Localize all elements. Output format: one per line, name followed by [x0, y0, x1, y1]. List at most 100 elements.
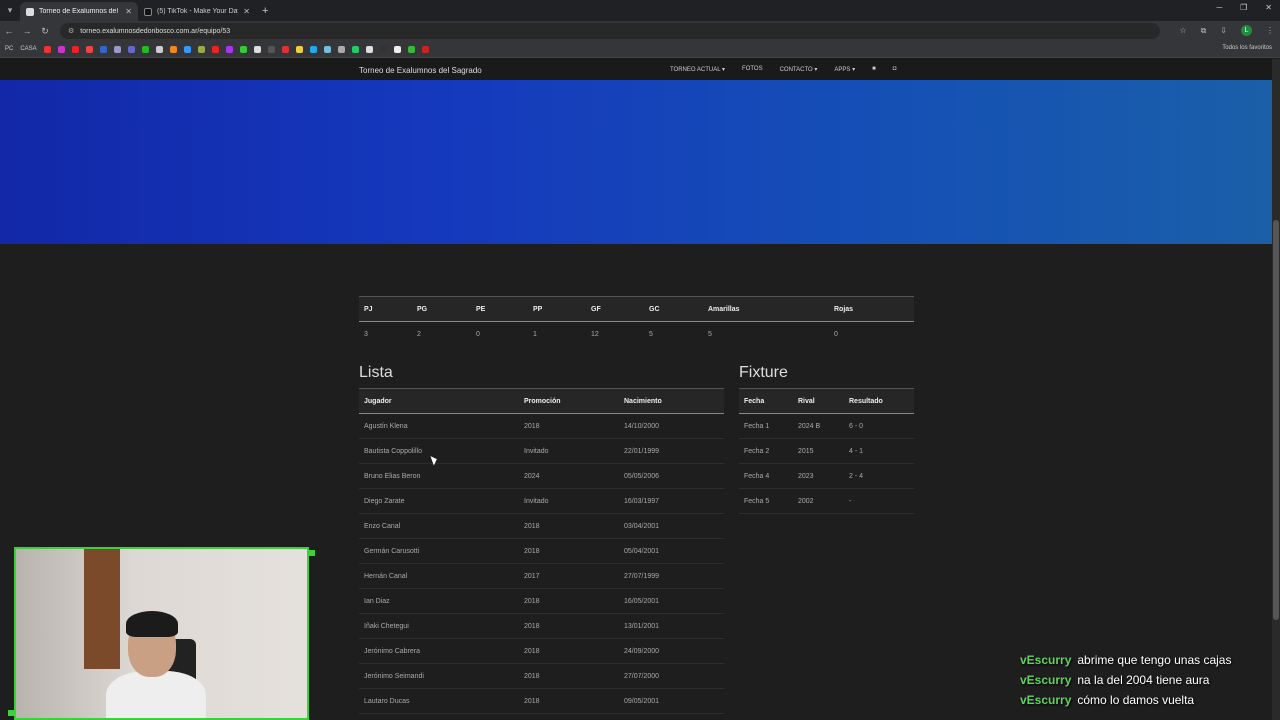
table-row: Jerónimo Cabrera 2018 24/09/2000 — [359, 638, 724, 664]
table-row: Enzo Canal 2018 03/04/2001 — [359, 513, 724, 539]
bookmark-icon[interactable] — [281, 45, 289, 53]
bookmark-icon[interactable] — [113, 45, 121, 53]
back-icon[interactable]: ← — [0, 26, 18, 36]
url-input[interactable]: ⚙ torneo.exalumnosdedonbosco.com.ar/equi… — [60, 23, 1160, 39]
column-header[interactable]: Promoción — [519, 388, 619, 414]
bookmark-casa[interactable]: CASA — [20, 46, 36, 52]
player-name: Jerónimo Seimandi — [359, 663, 519, 689]
player-birthdate: 05/05/2006 — [619, 463, 724, 489]
bookmark-icon[interactable] — [183, 45, 191, 53]
table-row: Germán Carusotti 2018 05/04/2001 — [359, 538, 724, 564]
scrollbar-thumb[interactable] — [1273, 220, 1279, 620]
bookmark-icon[interactable] — [71, 45, 79, 53]
player-name: Bautista Coppolillo — [359, 438, 519, 464]
table-row: Fecha 2 2015 4 - 1 — [739, 438, 914, 464]
close-window-icon[interactable]: ✕ — [1265, 3, 1272, 12]
nav-fotos[interactable]: FOTOS — [742, 66, 763, 73]
bookmark-icon[interactable] — [393, 45, 401, 53]
table-row: Ian Diaz 2018 16/05/2001 — [359, 588, 724, 614]
column-header[interactable]: Resultado — [844, 388, 914, 414]
player-birthdate: 05/04/2001 — [619, 538, 724, 564]
close-tab-icon[interactable]: ✕ — [243, 7, 250, 16]
bookmark-icon[interactable] — [267, 45, 275, 53]
nav-torneo-actual[interactable]: TORNEO ACTUAL ▾ — [670, 66, 725, 73]
bookmark-icon[interactable] — [295, 45, 303, 53]
fixture-result: - — [844, 488, 914, 514]
player-birthdate: 22/01/1999 — [619, 438, 724, 464]
chat-text: cómo lo damos vuelta — [1077, 693, 1195, 707]
bookmark-icon[interactable] — [407, 45, 415, 53]
player-birthdate: 27/07/1999 — [619, 563, 724, 589]
bookmark-icon[interactable] — [85, 45, 93, 53]
menu-icon[interactable]: ⋮ — [1266, 26, 1274, 35]
table-row: Fecha 4 2023 2 - 4 — [739, 463, 914, 489]
bookmark-icon[interactable] — [421, 45, 429, 53]
fixture-table: Fecha Rival Resultado Fecha 1 2024 B6 - 0… — [739, 388, 914, 514]
stat-header: PJ — [364, 306, 373, 313]
fixture-rival: 2024 B — [793, 413, 844, 439]
column-header[interactable]: Nacimiento — [619, 388, 724, 414]
bookmark-icon[interactable] — [211, 45, 219, 53]
player-promotion: 2018 — [519, 638, 619, 664]
bookmark-icon[interactable] — [169, 45, 177, 53]
fixture-date: Fecha 1 — [739, 413, 793, 439]
bookmark-icon[interactable] — [57, 45, 65, 53]
bookmark-icon[interactable] — [127, 45, 135, 53]
stat-value: 1 — [533, 331, 537, 338]
webcam-corner-icon — [309, 550, 315, 556]
extensions-icon[interactable]: ⧉ — [1201, 26, 1207, 36]
bookmark-icon[interactable] — [99, 45, 107, 53]
profile-avatar[interactable]: L — [1241, 25, 1252, 36]
column-header[interactable]: Fecha — [739, 388, 793, 414]
stream-chat: vEscurry abrime que tengo unas cajas vEsc… — [1020, 650, 1231, 710]
tab-tiktok[interactable]: (5) TikTok - Make Your Day ✕ — [138, 2, 256, 21]
player-name: Diego Zarate — [359, 488, 519, 514]
stat-header: GF — [591, 306, 601, 313]
bookmark-icon[interactable] — [141, 45, 149, 53]
bookmark-icon[interactable] — [351, 45, 359, 53]
fixture-date: Fecha 2 — [739, 438, 793, 464]
fixture-title: Fixture — [739, 364, 788, 381]
table-row: Diego Zarate Invitado 16/03/1997 — [359, 488, 724, 514]
column-header[interactable]: Jugador — [359, 388, 519, 414]
player-birthdate: 16/05/2001 — [619, 588, 724, 614]
instagram-icon[interactable]: ◘ — [893, 66, 897, 73]
nav-contacto[interactable]: CONTACTO ▾ — [780, 66, 818, 73]
bookmark-icon[interactable] — [309, 45, 317, 53]
fixture-rival: 2023 — [793, 463, 844, 489]
bookmark-icon[interactable] — [323, 45, 331, 53]
bookmarks-folder[interactable]: Todos los favoritos — [1222, 45, 1272, 51]
new-tab-icon[interactable]: + — [262, 5, 268, 17]
minimize-icon[interactable]: ─ — [1216, 3, 1222, 12]
tiktok-favicon-icon — [144, 7, 152, 16]
bookmark-icon[interactable] — [43, 45, 51, 53]
bookmark-icon[interactable] — [239, 45, 247, 53]
reload-icon[interactable]: ↻ — [36, 26, 54, 37]
site-info-icon[interactable]: ⚙ — [68, 27, 74, 35]
bookmark-star-icon[interactable]: ☆ — [1179, 26, 1186, 35]
bookmark-icon[interactable] — [155, 45, 163, 53]
stat-value: 0 — [476, 331, 480, 338]
stat-header: PP — [533, 306, 543, 313]
site-brand[interactable]: Torneo de Exalumnos del Sagrado — [359, 66, 482, 75]
downloads-icon[interactable]: ⇩ — [1220, 26, 1227, 35]
nav-apps[interactable]: APPS ▾ — [834, 66, 855, 73]
bookmark-pc[interactable]: PC — [5, 46, 13, 52]
bookmark-icon[interactable] — [225, 45, 233, 53]
column-header[interactable]: Rival — [793, 388, 844, 414]
bookmark-icon[interactable] — [197, 45, 205, 53]
bookmarks-bar: PC CASA Todos los favoritos — [0, 41, 1280, 58]
bookmark-icon[interactable] — [337, 45, 345, 53]
bookmark-icon[interactable] — [253, 45, 261, 53]
tab-torneo[interactable]: Torneo de Exalumnos del Sagrado ✕ — [20, 2, 138, 21]
bookmark-icon[interactable] — [365, 45, 373, 53]
facebook-icon[interactable]: ■ — [872, 66, 876, 73]
player-list-table: Jugador Promoción Nacimiento Agustín Kle… — [359, 388, 724, 714]
player-promotion: 2018 — [519, 663, 619, 689]
bookmark-icon[interactable] — [379, 45, 387, 53]
forward-icon[interactable]: → — [18, 26, 36, 36]
player-name: Germán Carusotti — [359, 538, 519, 564]
tab-search-icon[interactable]: ▾ — [0, 0, 20, 21]
close-tab-icon[interactable]: ✕ — [125, 7, 132, 16]
maximize-icon[interactable]: ❐ — [1240, 3, 1247, 12]
